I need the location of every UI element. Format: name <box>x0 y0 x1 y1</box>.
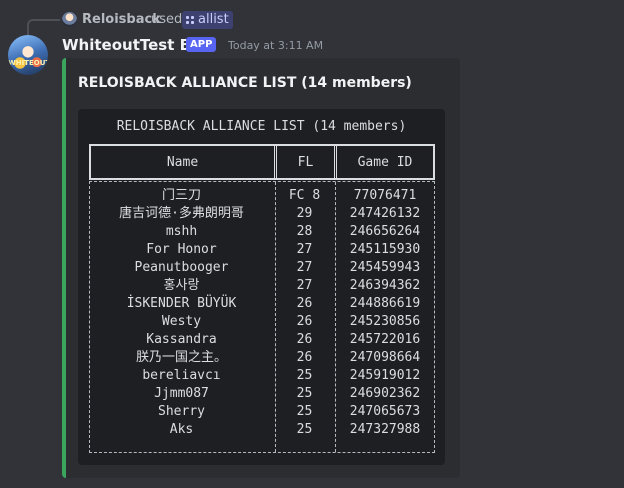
furnace-level-cell: 26 <box>296 332 313 347</box>
furnace-level-cell: 27 <box>296 260 313 275</box>
avatar-logo-text: WHITEOUT <box>8 59 48 67</box>
player-name-cell: Westy <box>161 314 202 329</box>
command-mention[interactable]: allist <box>182 11 233 29</box>
table-row: İSKENDER BÜYÜK 26 244886619 <box>89 295 435 313</box>
furnace-level-cell: 25 <box>296 368 313 383</box>
code-block: RELOISBACK ALLIANCE LIST (14 members) Na… <box>78 109 445 465</box>
table-row: Peanutbooger 27 245459943 <box>89 259 435 277</box>
table-rows: 门三刀 FC 8 77076471 唐吉诃德·多弗朗明哥 29 247426132 mshh… <box>89 187 435 439</box>
furnace-level-cell: 26 <box>296 296 313 311</box>
embed-title: RELOISBACK ALLIANCE LIST (14 members) <box>78 75 412 91</box>
table-row: 朕乃一国之主。 26 247098664 <box>89 349 435 367</box>
reply-user-avatar[interactable] <box>62 12 77 27</box>
reply-connector <box>27 19 60 35</box>
game-id-cell: 245722016 <box>349 332 421 347</box>
furnace-level-cell: 26 <box>296 350 313 365</box>
player-name-cell: Jjmm087 <box>154 386 209 401</box>
game-id-cell: 244886619 <box>349 296 421 311</box>
player-name-cell: Kassandra <box>146 332 217 347</box>
table-row: For Honor 27 245115930 <box>89 241 435 259</box>
table-row: 门三刀 FC 8 77076471 <box>89 187 435 205</box>
code-block-title: RELOISBACK ALLIANCE LIST (14 members) <box>116 119 407 134</box>
game-id-cell: 246902362 <box>349 386 421 401</box>
app-badge: APP <box>186 37 217 52</box>
player-name-cell: İSKENDER BÜYÜK <box>126 296 237 311</box>
game-id-cell: 246394362 <box>349 278 421 293</box>
player-name-cell: Aks <box>169 422 194 437</box>
table-row: 홍사랑 27 246394362 <box>89 277 435 295</box>
player-name-cell: 홍사랑 <box>163 278 200 293</box>
furnace-level-cell: 29 <box>296 206 313 221</box>
column-header-name: Name <box>166 155 199 170</box>
table-row: Kassandra 26 245722016 <box>89 331 435 349</box>
column-header-fl: FL <box>297 155 314 170</box>
game-id-cell: 245115930 <box>349 242 421 257</box>
furnace-level-cell: 27 <box>296 278 313 293</box>
table-row: 唐吉诃德·多弗朗明哥 29 247426132 <box>89 205 435 223</box>
furnace-level-cell: 25 <box>296 386 313 401</box>
furnace-level-cell: 25 <box>296 422 313 437</box>
table-header: Name FL Game ID <box>89 144 435 180</box>
furnace-level-cell: 28 <box>296 224 313 239</box>
bot-avatar[interactable]: WHITEOUT <box>8 35 48 75</box>
game-id-cell: 247065673 <box>349 404 421 419</box>
player-name-cell: For Honor <box>146 242 217 257</box>
furnace-level-cell: 27 <box>296 242 313 257</box>
table-row: Jjmm087 25 246902362 <box>89 385 435 403</box>
game-id-cell: 247426132 <box>349 206 421 221</box>
table-row: Aks 25 247327988 <box>89 421 435 439</box>
player-name-cell: 朕乃一国之主。 <box>135 350 227 365</box>
command-name: allist <box>198 12 229 27</box>
player-name-cell: Sherry <box>158 404 205 419</box>
message-embed: RELOISBACK ALLIANCE LIST (14 members) RE… <box>62 58 460 478</box>
game-id-cell: 245459943 <box>349 260 421 275</box>
table-row: bereliavcı 25 245919012 <box>89 367 435 385</box>
player-name-cell: mshh <box>165 224 198 239</box>
reply-used-text: used <box>151 12 183 27</box>
player-name-cell: Peanutbooger <box>134 260 229 275</box>
table-row: Sherry 25 247065673 <box>89 403 435 421</box>
table-row: mshh 28 246656264 <box>89 223 435 241</box>
game-id-cell: 247327988 <box>349 422 421 437</box>
furnace-level-cell: 26 <box>296 314 313 329</box>
game-id-cell: 246656264 <box>349 224 421 239</box>
message-timestamp[interactable]: Today at 3:11 AM <box>228 39 323 52</box>
game-id-cell: 245230856 <box>349 314 421 329</box>
reply-username[interactable]: Reloisback <box>82 12 161 27</box>
table-row: Westy 26 245230856 <box>89 313 435 331</box>
player-name-cell: 门三刀 <box>161 188 201 203</box>
furnace-level-cell: FC 8 <box>288 188 321 203</box>
game-id-cell: 245919012 <box>349 368 421 383</box>
slash-command-icon <box>186 15 195 25</box>
game-id-cell: 247098664 <box>349 350 421 365</box>
player-name-cell: 唐吉诃德·多弗朗明哥 <box>119 206 244 221</box>
furnace-level-cell: 25 <box>296 404 313 419</box>
column-header-game-id: Game ID <box>357 155 413 170</box>
player-name-cell: bereliavcı <box>142 368 221 383</box>
game-id-cell: 77076471 <box>353 188 417 203</box>
